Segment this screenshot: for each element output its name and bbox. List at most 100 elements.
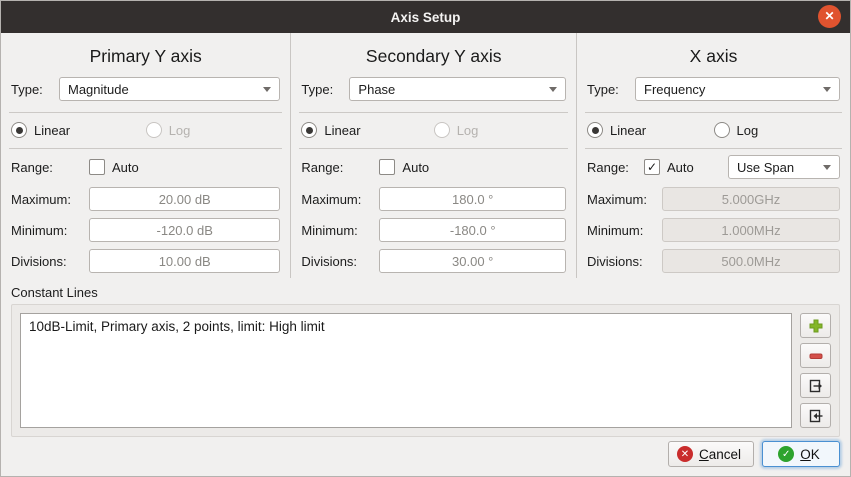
divider [299, 112, 568, 113]
range-label: Range: [301, 160, 379, 175]
cancel-icon: ✕ [677, 446, 693, 462]
add-line-button[interactable] [800, 313, 831, 338]
constant-lines-label: Constant Lines [11, 285, 850, 300]
constant-lines-frame: 10dB-Limit, Primary axis, 2 points, limi… [11, 304, 840, 437]
divider [585, 148, 842, 149]
minimum-label: Minimum: [587, 223, 662, 238]
radio-selected-icon [301, 122, 317, 138]
log-label: Log [737, 123, 759, 138]
auto-label: Auto [402, 160, 429, 175]
chevron-down-icon [549, 87, 557, 92]
constant-lines-list[interactable]: 10dB-Limit, Primary axis, 2 points, limi… [20, 313, 792, 428]
x-log-radio[interactable]: Log [714, 122, 759, 138]
primary-y-type-dropdown[interactable]: Magnitude [59, 77, 280, 101]
axis-columns: Primary Y axis Type: Magnitude Linear Lo… [1, 33, 850, 278]
primary-y-maximum-input[interactable] [89, 187, 280, 211]
window-title: Axis Setup [391, 10, 461, 25]
ok-button[interactable]: ✓ OK [762, 441, 840, 467]
secondary-y-linear-radio[interactable]: Linear [301, 122, 433, 138]
divider [299, 148, 568, 149]
minus-icon [807, 347, 825, 365]
secondary-y-maximum-input[interactable] [379, 187, 566, 211]
x-auto-checkbox[interactable]: ✓ Auto [644, 159, 694, 175]
checkbox-icon [379, 159, 395, 175]
cancel-button[interactable]: ✕ Cancel [668, 441, 754, 467]
radio-selected-icon [11, 122, 27, 138]
minimum-label: Minimum: [11, 223, 89, 238]
x-axis-section: X axis Type: Frequency Linear Log [577, 33, 850, 278]
secondary-y-minimum-input[interactable] [379, 218, 566, 242]
primary-y-type-value: Magnitude [68, 82, 129, 97]
divider [9, 112, 282, 113]
divisions-label: Divisions: [11, 254, 89, 269]
cancel-label: Cancel [699, 447, 741, 462]
x-type-dropdown[interactable]: Frequency [635, 77, 840, 101]
x-minimum-input [662, 218, 840, 242]
radio-selected-icon [587, 122, 603, 138]
constant-lines-toolbar [800, 313, 831, 428]
plus-icon [807, 317, 825, 335]
ok-label: OK [800, 447, 820, 462]
type-label: Type: [11, 82, 59, 97]
linear-label: Linear [324, 123, 360, 138]
primary-y-log-radio: Log [146, 122, 191, 138]
range-label: Range: [11, 160, 89, 175]
remove-line-button[interactable] [800, 343, 831, 368]
log-label: Log [457, 123, 479, 138]
x-span-dropdown[interactable]: Use Span [728, 155, 840, 179]
type-label: Type: [587, 82, 635, 97]
secondary-y-log-radio: Log [434, 122, 479, 138]
axis-setup-dialog: Axis Setup ✕ Primary Y axis Type: Magnit… [0, 0, 851, 477]
x-span-value: Use Span [737, 160, 794, 175]
primary-y-minimum-input[interactable] [89, 218, 280, 242]
footer: ✕ Cancel ✓ OK [1, 432, 850, 476]
export-lines-button[interactable] [800, 373, 831, 398]
x-divisions-input [662, 249, 840, 273]
radio-icon [434, 122, 450, 138]
range-label: Range: [587, 160, 644, 175]
type-label: Type: [301, 82, 349, 97]
radio-icon [146, 122, 162, 138]
maximum-label: Maximum: [11, 192, 89, 207]
divider [9, 148, 282, 149]
primary-y-auto-checkbox[interactable]: Auto [89, 159, 139, 175]
chevron-down-icon [823, 165, 831, 170]
x-type-value: Frequency [644, 82, 705, 97]
secondary-y-auto-checkbox[interactable]: Auto [379, 159, 429, 175]
export-icon [807, 377, 825, 395]
primary-y-axis-title: Primary Y axis [1, 45, 290, 67]
auto-label: Auto [667, 160, 694, 175]
divisions-label: Divisions: [587, 254, 662, 269]
x-maximum-input [662, 187, 840, 211]
maximum-label: Maximum: [301, 192, 379, 207]
divider [585, 112, 842, 113]
primary-y-linear-radio[interactable]: Linear [11, 122, 146, 138]
secondary-y-type-dropdown[interactable]: Phase [349, 77, 566, 101]
close-button[interactable]: ✕ [818, 5, 841, 28]
linear-label: Linear [610, 123, 646, 138]
maximum-label: Maximum: [587, 192, 662, 207]
x-linear-radio[interactable]: Linear [587, 122, 714, 138]
list-item[interactable]: 10dB-Limit, Primary axis, 2 points, limi… [29, 319, 783, 334]
radio-icon [714, 122, 730, 138]
linear-label: Linear [34, 123, 70, 138]
primary-y-axis-section: Primary Y axis Type: Magnitude Linear Lo… [1, 33, 291, 278]
titlebar: Axis Setup ✕ [1, 1, 850, 33]
import-icon [807, 407, 825, 425]
ok-icon: ✓ [778, 446, 794, 462]
secondary-y-divisions-input[interactable] [379, 249, 566, 273]
primary-y-divisions-input[interactable] [89, 249, 280, 273]
auto-label: Auto [112, 160, 139, 175]
secondary-y-type-value: Phase [358, 82, 395, 97]
divisions-label: Divisions: [301, 254, 379, 269]
close-icon: ✕ [824, 5, 834, 28]
checkbox-icon [89, 159, 105, 175]
import-lines-button[interactable] [800, 403, 831, 428]
minimum-label: Minimum: [301, 223, 379, 238]
chevron-down-icon [823, 87, 831, 92]
secondary-y-axis-section: Secondary Y axis Type: Phase Linear Log [291, 33, 577, 278]
chevron-down-icon [263, 87, 271, 92]
checkbox-checked-icon: ✓ [644, 159, 660, 175]
log-label: Log [169, 123, 191, 138]
x-axis-title: X axis [577, 45, 850, 67]
